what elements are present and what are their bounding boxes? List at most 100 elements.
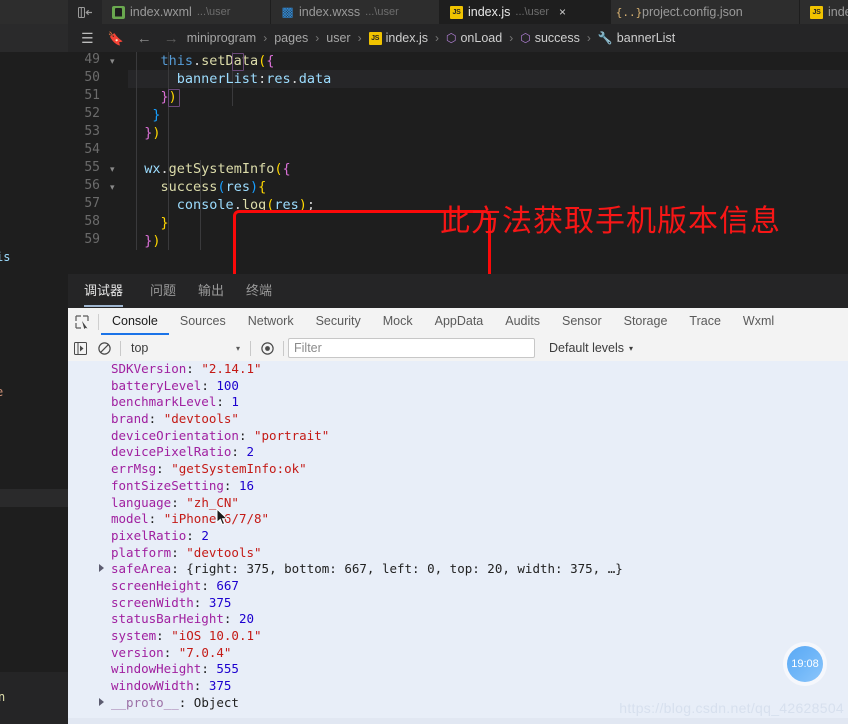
context-label: top [131, 341, 149, 355]
property-value: 16 [238, 477, 255, 493]
console-property-row[interactable]: errMsg: "getSystemInfo:ok" [68, 461, 848, 478]
devtools-tabbar: Console Sources Network Security Mock Ap… [68, 308, 848, 336]
editor-tab-project-config-json[interactable]: {..} project.config.json [611, 0, 800, 24]
console-property-row[interactable]: model: "iPhone 6/7/8" [68, 511, 848, 528]
panel-tab-debugger[interactable]: 调试器 [84, 280, 124, 307]
arrow-right-icon[interactable]: → [160, 31, 183, 46]
console-context-selector[interactable]: top ▾ [125, 341, 246, 355]
devtools-tab-network[interactable]: Network [237, 308, 305, 335]
code-text[interactable]: this.setData({ bannerList:res.data }) } … [128, 52, 848, 274]
watermark: https://blog.csdn.net/qq_42628504 [619, 700, 844, 716]
console-property-row[interactable]: fontSizeSetting: 16 [68, 478, 848, 495]
console-property-row[interactable]: screenWidth: 375 [68, 595, 848, 612]
editor-tab-index-js[interactable]: JS index.js ...\user × [440, 0, 611, 24]
property-name: pixelRatio [111, 527, 187, 543]
console-horizontal-scrollbar[interactable] [68, 718, 848, 724]
breadcrumb-item-index-js[interactable]: JS index.js [368, 31, 428, 45]
devtools-tab-console[interactable]: Console [101, 308, 169, 335]
property-separator: : [223, 611, 239, 627]
console-vertical-scrollbar[interactable] [839, 361, 848, 724]
console-property-row[interactable]: screenHeight: 667 [68, 578, 848, 595]
devtools-tab-mock[interactable]: Mock [372, 308, 424, 335]
editor-tab-index-wxml[interactable]: index.wxml ...\user [102, 0, 271, 24]
devtools-tab-appdata[interactable]: AppData [424, 308, 495, 335]
property-value: {right: 375, bottom: 667, left: 0, top: … [186, 561, 623, 577]
property-value: 667 [216, 577, 239, 593]
close-icon[interactable]: × [559, 6, 566, 18]
tab-path: ...\user [365, 6, 399, 18]
devtools-tab-wxml[interactable]: Wxml [732, 308, 785, 335]
panel-tab-output[interactable]: 输出 [198, 280, 224, 305]
console-property-row[interactable]: version: "7.0.4" [68, 645, 848, 662]
breadcrumb-item-bannerlist[interactable]: 🔧 bannerList [598, 31, 675, 45]
live-expression-icon[interactable] [255, 335, 279, 361]
left-sliver-tabbar [0, 0, 68, 24]
console-sidebar-icon[interactable] [68, 335, 92, 361]
filter-placeholder: Filter [294, 341, 322, 355]
expand-triangle-icon[interactable] [99, 697, 104, 706]
console-property-row[interactable]: devicePixelRatio: 2 [68, 444, 848, 461]
console-property-row[interactable]: system: "iOS 10.0.1" [68, 628, 848, 645]
console-property-row[interactable]: windowWidth: 375 [68, 678, 848, 695]
console-property-row[interactable]: pixelRatio: 2 [68, 528, 848, 545]
fold-chevron-icon[interactable]: ▾ [110, 56, 115, 67]
editor-tab-index-wxss[interactable]: ▩ index.wxss ...\user [271, 0, 440, 24]
console-output[interactable]: SDKVersion: "2.14.1" batteryLevel: 100 ben… [68, 361, 848, 724]
console-property-row[interactable]: brand: "devtools" [68, 411, 848, 428]
bookmark-icon[interactable]: 🔖 [103, 32, 129, 45]
bracket-match-indicator [232, 53, 244, 71]
property-separator: : [238, 427, 254, 443]
levels-label: Default levels [549, 341, 625, 355]
property-value: 375 [208, 594, 232, 610]
console-property-row[interactable]: platform: "devtools" [68, 545, 848, 562]
inspect-element-icon[interactable] [68, 308, 96, 335]
panel-tab-problems[interactable]: 问题 [150, 280, 176, 305]
expand-triangle-icon[interactable] [99, 564, 104, 573]
devtools-tab-audits[interactable]: Audits [494, 308, 551, 335]
fold-chevron-icon[interactable]: ▾ [110, 182, 115, 193]
devtools-tab-storage[interactable]: Storage [613, 308, 679, 335]
devtools-tab-trace[interactable]: Trace [678, 308, 732, 335]
tab-label: index.wxml [130, 5, 192, 19]
devtools-tab-security[interactable]: Security [305, 308, 372, 335]
breadcrumb-item-success[interactable]: ⬡ success [520, 31, 580, 45]
property-value: "2.14.1" [201, 361, 262, 376]
property-name: system [111, 628, 157, 643]
breadcrumb-item-pages[interactable]: pages [274, 31, 308, 45]
annotation-text: 此方法获取手机版本信息 [440, 204, 781, 239]
arrow-left-icon[interactable]: ← [133, 31, 156, 46]
property-separator: : [201, 377, 217, 393]
code-editor[interactable]: 49 50 51 52 53 54 55 56 57 58 59 ▾ ▾ ▾ t… [68, 52, 848, 274]
devtools-tab-sensor[interactable]: Sensor [551, 308, 613, 335]
time-badge[interactable]: 19:08 [787, 646, 823, 682]
left-sliver-footer [0, 672, 68, 724]
property-value: 100 [216, 377, 239, 393]
panel-tab-terminal[interactable]: 终端 [246, 280, 272, 305]
property-name: brand [111, 411, 149, 427]
console-property-row[interactable]: statusBarHeight: 20 [68, 611, 848, 628]
list-icon[interactable]: ☰ [76, 31, 99, 45]
property-separator: : [186, 527, 202, 543]
console-property-row[interactable]: batteryLevel: 100 [68, 378, 848, 395]
property-name: safeArea [111, 561, 172, 577]
console-property-row[interactable]: SDKVersion: "2.14.1" [68, 361, 848, 378]
collapse-sidebar-icon[interactable] [68, 0, 102, 24]
left-partial-editor-sliver: is e n [0, 0, 68, 724]
console-property-row[interactable]: safeArea: {right: 375, bottom: 667, left… [68, 561, 848, 578]
breadcrumb-item-user[interactable]: user [326, 31, 350, 45]
console-property-row[interactable]: deviceOrientation: "portrait" [68, 428, 848, 445]
log-levels-selector[interactable]: Default levels ▾ [549, 341, 633, 355]
devtools-tab-sources[interactable]: Sources [169, 308, 237, 335]
console-property-row[interactable]: benchmarkLevel: 1 [68, 394, 848, 411]
console-property-row[interactable]: windowHeight: 555 [68, 661, 848, 678]
filter-input[interactable]: Filter [288, 338, 535, 358]
clear-console-icon[interactable] [92, 335, 116, 361]
breadcrumb-item-onload[interactable]: ⬡ onLoad [446, 31, 502, 45]
breadcrumb-item-miniprogram[interactable]: miniprogram [187, 31, 256, 45]
left-sliver-highlight [0, 489, 68, 507]
property-value: "portrait" [254, 427, 330, 443]
console-property-row[interactable]: language: "zh_CN" [68, 495, 848, 512]
fold-chevron-icon[interactable]: ▾ [110, 164, 115, 175]
property-separator: : [156, 461, 172, 477]
editor-tab-index-j[interactable]: JS index.j [800, 0, 848, 24]
